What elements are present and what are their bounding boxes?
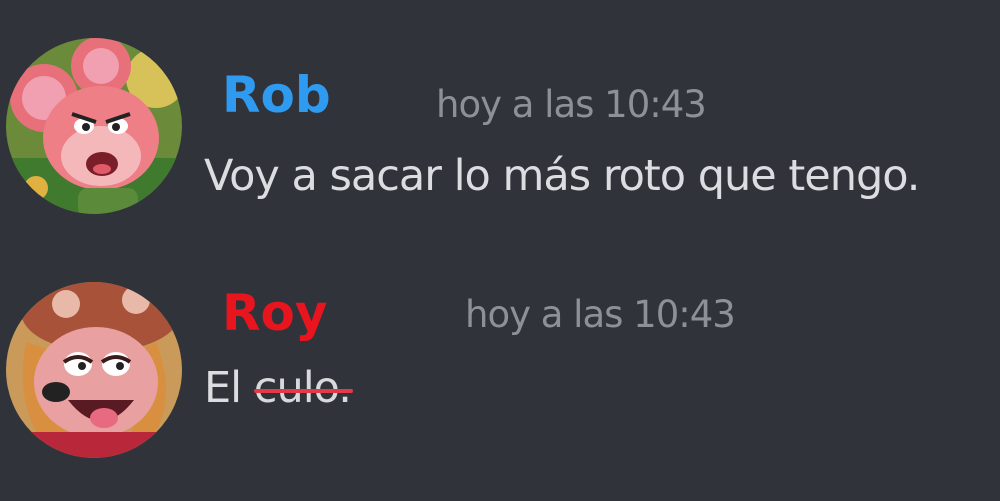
message-timestamp: hoy a las 10:43 [465,293,736,336]
message-text-plain: El [204,363,242,413]
strikethrough-text: culo. [253,363,353,413]
message-text: El culo. [204,363,353,413]
chat-window: Rob hoy a las 10:43 Voy a sacar lo más r… [0,0,1000,501]
message-timestamp: hoy a las 10:43 [436,83,707,126]
message-text: Voy a sacar lo más roto que tengo. [204,151,920,201]
pink-mouse-avatar-icon[interactable] [6,38,182,214]
username[interactable]: Rob [222,70,331,120]
smiling-mouse-avatar-icon[interactable] [6,282,182,458]
username[interactable]: Roy [222,288,327,338]
